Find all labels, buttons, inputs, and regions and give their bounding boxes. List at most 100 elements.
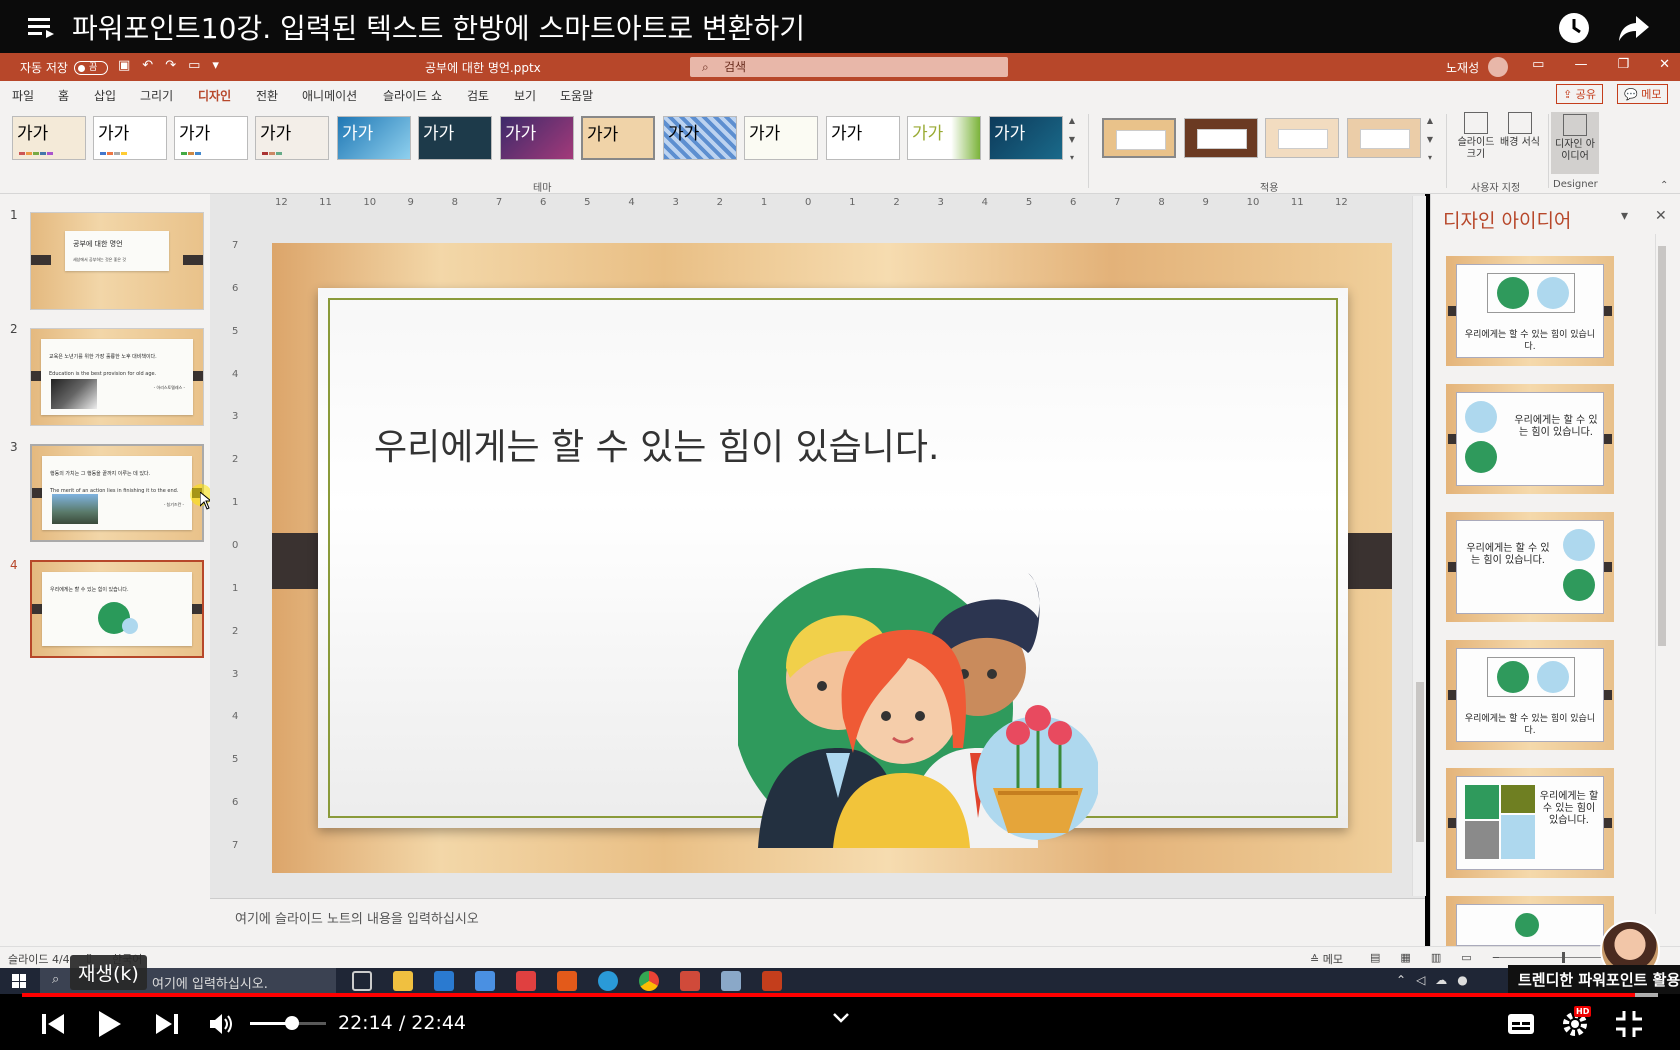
reading-view-icon[interactable]: ▥	[1431, 951, 1441, 964]
file-name[interactable]: 공부에 대한 명언.pptx	[425, 59, 541, 76]
normal-view-icon[interactable]: ▤	[1370, 951, 1380, 964]
zoom-slider-knob[interactable]	[1562, 952, 1565, 963]
collapse-ribbon-icon[interactable]: ⌃	[1660, 180, 1668, 191]
tab-transitions[interactable]: 전환	[256, 87, 278, 104]
slide-thumb-2[interactable]: 교육은 노년기를 위한 가장 훌륭한 노후 대비책이다. Education i…	[30, 328, 204, 426]
design-idea-2[interactable]: 우리에게는 할 수 있는 힘이 있습니다.	[1446, 384, 1614, 494]
save-icon[interactable]: ▣	[118, 58, 130, 73]
theme-thumb-8-selected[interactable]: 가가	[581, 116, 655, 160]
theme-thumb-10[interactable]: 가가	[744, 116, 818, 160]
theme-thumb-12[interactable]: 가가	[907, 116, 981, 160]
people-flowers-illustration[interactable]	[738, 558, 1098, 848]
tab-help[interactable]: 도움말	[560, 87, 593, 104]
notes-pane[interactable]: 여기에 슬라이드 노트의 내용을 입력하십시오	[210, 898, 1425, 946]
channel-watermark[interactable]: 트렌디한 파워포인트 활용	[1508, 965, 1680, 994]
design-ideas-scroll-thumb[interactable]	[1658, 246, 1666, 646]
theme-thumb-6[interactable]: 가가	[418, 116, 492, 160]
slide-text[interactable]: 우리에게는 할 수 있는 힘이 있습니다.	[374, 418, 939, 470]
user-name[interactable]: 노재성	[1446, 59, 1479, 76]
sync-app-icon[interactable]	[516, 971, 536, 991]
tray-up-icon[interactable]: ⌃	[1396, 973, 1406, 987]
theme-thumb-3[interactable]: 가가	[174, 116, 248, 160]
watch-later-icon[interactable]	[1556, 10, 1592, 46]
slide-thumb-4[interactable]: 우리에게는 할 수 있는 힘이 있습니다.	[30, 560, 204, 658]
theme-thumb-13[interactable]: 가가	[989, 116, 1063, 160]
theme-gallery-scroll[interactable]: ▲ ▼ ▾	[1066, 116, 1078, 162]
redo-icon[interactable]: ↷	[165, 58, 176, 73]
tab-home[interactable]: 홈	[58, 87, 69, 104]
design-idea-5[interactable]: 우리에게는 할 수 있는 힘이 있습니다.	[1446, 768, 1614, 878]
pane-close-icon[interactable]: ✕	[1655, 208, 1667, 224]
design-idea-4[interactable]: 우리에게는 할 수 있는 힘이 있습니다.	[1446, 640, 1614, 750]
format-background-button[interactable]: 배경 서식	[1496, 112, 1544, 149]
playlist-icon[interactable]	[22, 7, 62, 47]
tab-review[interactable]: 검토	[467, 87, 489, 104]
tab-draw[interactable]: 그리기	[140, 87, 173, 104]
design-idea-3[interactable]: 우리에게는 할 수 있는 힘이 있습니다.	[1446, 512, 1614, 622]
mic-icon[interactable]: ●	[1457, 973, 1467, 987]
exit-fullscreen-icon[interactable]	[1614, 1009, 1644, 1039]
volume-icon[interactable]	[207, 1009, 237, 1039]
chevron-down-icon[interactable]	[826, 1003, 856, 1033]
slide-size-button[interactable]: 슬라이드 크기	[1452, 112, 1500, 161]
security-icon[interactable]	[475, 971, 495, 991]
office-icon[interactable]	[557, 971, 577, 991]
variant-thumb-1[interactable]	[1102, 118, 1176, 158]
chrome-icon[interactable]	[639, 971, 659, 991]
tab-design[interactable]: 디자인	[198, 87, 232, 108]
restore-icon[interactable]: ❐	[1617, 57, 1629, 72]
internet-explorer-icon[interactable]	[598, 971, 618, 991]
subtitles-icon[interactable]	[1506, 1009, 1536, 1039]
tab-slideshow[interactable]: 슬라이드 쇼	[383, 87, 442, 104]
tab-insert[interactable]: 삽입	[94, 87, 116, 104]
tab-view[interactable]: 보기	[514, 87, 536, 104]
slideshow-view-icon[interactable]: ▭	[1461, 951, 1471, 964]
task-view-icon[interactable]	[352, 971, 372, 991]
variant-thumb-3[interactable]	[1265, 118, 1339, 158]
variant-gallery-scroll[interactable]: ▲ ▼ ▾	[1424, 116, 1436, 162]
editor-scrollbar[interactable]	[1412, 196, 1426, 896]
share-button[interactable]: ⇪ 공유	[1556, 84, 1603, 104]
tab-animations[interactable]: 애니메이션	[302, 87, 357, 104]
ribbon-display-icon[interactable]: ▭	[1532, 57, 1544, 72]
design-ideas-scrollbar[interactable]	[1655, 234, 1667, 914]
slide-thumb-3[interactable]: 행동의 가치는 그 행동을 끝까지 이루는 데 있다. The merit of…	[30, 444, 204, 542]
cloud-icon[interactable]: ☁	[1435, 973, 1447, 987]
close-icon[interactable]: ✕	[1659, 57, 1670, 72]
pane-options-icon[interactable]: ▾	[1621, 208, 1628, 224]
theme-thumb-2[interactable]: 가가	[93, 116, 167, 160]
play-icon[interactable]	[95, 1009, 125, 1039]
autosave-toggle[interactable]: 끔	[73, 60, 108, 75]
tab-file[interactable]: 파일	[12, 87, 34, 104]
next-icon[interactable]	[152, 1009, 182, 1039]
theme-thumb-4[interactable]: 가가	[255, 116, 329, 160]
video-title[interactable]: 파워포인트10강. 입력된 텍스트 한방에 스마트아트로 변환하기	[72, 7, 805, 47]
notes-toggle[interactable]: ≙ 메모	[1310, 951, 1343, 967]
windows-start-icon[interactable]	[12, 974, 26, 988]
previous-icon[interactable]	[38, 1009, 68, 1039]
current-slide[interactable]: 우리에게는 할 수 있는 힘이 있습니다.	[272, 243, 1392, 873]
editor-scroll-thumb[interactable]	[1416, 682, 1424, 842]
undo-icon[interactable]: ↶	[142, 58, 153, 73]
slide-sorter-icon[interactable]: ▦	[1400, 951, 1410, 964]
powerpoint-icon[interactable]	[762, 971, 782, 991]
presentation-icon[interactable]: ▭	[188, 58, 200, 73]
share-arrow-icon[interactable]	[1616, 10, 1652, 46]
design-idea-6[interactable]	[1446, 896, 1614, 946]
theme-thumb-11[interactable]: 가가	[826, 116, 900, 160]
theme-thumb-1[interactable]: 가가	[12, 116, 86, 160]
variant-thumb-4[interactable]	[1347, 118, 1421, 158]
volume-knob[interactable]	[284, 1016, 299, 1030]
misc-app-icon[interactable]	[721, 971, 741, 991]
autosave[interactable]: 자동 저장 끔	[20, 59, 108, 76]
slide-thumb-1[interactable]: 공부에 대한 명언 세상에서 공부하는 것은 좋은 것	[30, 212, 204, 310]
theme-thumb-9[interactable]: 가가	[663, 116, 737, 160]
volume-tray-icon[interactable]: ◁	[1416, 973, 1425, 987]
design-idea-1[interactable]: 우리에게는 할 수 있는 힘이 있습니다.	[1446, 256, 1614, 366]
file-explorer-icon[interactable]	[393, 971, 413, 991]
photo-app-icon[interactable]	[680, 971, 700, 991]
variant-thumb-2[interactable]	[1184, 118, 1258, 158]
user-avatar[interactable]	[1488, 57, 1508, 77]
comments-button[interactable]: 💬 메모	[1617, 84, 1669, 104]
mail-icon[interactable]	[434, 971, 454, 991]
